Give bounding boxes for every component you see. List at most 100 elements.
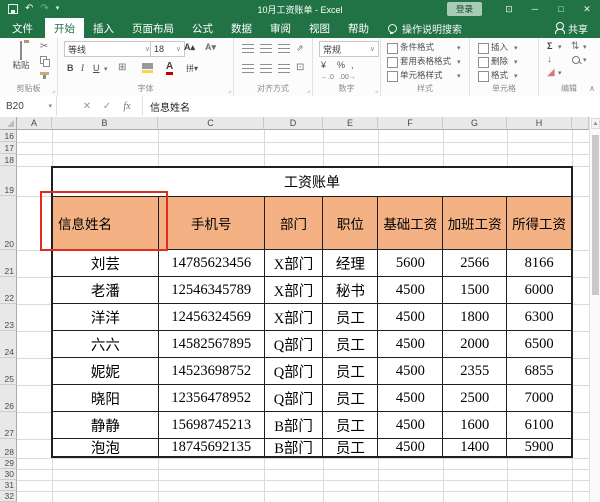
cancel-icon[interactable]: ✕ [78,96,96,116]
table-cell[interactable]: 5900 [507,439,571,456]
header-cell-5[interactable]: 加班工资 [443,197,508,249]
grow-font-icon[interactable]: A▴ [184,42,195,53]
table-cell[interactable]: 4500 [378,412,444,438]
clear-icon[interactable]: ◢ [547,68,555,78]
undo-icon[interactable]: ↶ [25,4,33,14]
format-cells-button[interactable]: 格式 [491,70,508,81]
merge-center-icon[interactable]: ⊡ [296,63,304,73]
row-header-31[interactable]: 31 [0,480,17,491]
table-cell[interactable]: 4500 [378,385,444,411]
table-cell[interactable]: 员工 [323,385,379,411]
redo-icon[interactable]: ↷ [40,4,48,14]
format-as-table-button[interactable]: 套用表格格式 [400,56,451,67]
column-header-B[interactable]: B [52,117,158,130]
tab-插入[interactable]: 插入 [84,18,123,38]
format-painter-icon[interactable] [40,72,49,79]
table-cell[interactable]: X部门 [265,304,324,330]
sort-filter-icon[interactable]: ⇅ [571,42,579,52]
row-header-18[interactable]: 18 [0,154,17,166]
table-cell[interactable]: 7000 [507,385,571,411]
table-cell[interactable]: 12546345789 [159,277,265,303]
percent-style-icon[interactable]: % [337,60,345,71]
table-cell[interactable]: 员工 [323,439,379,457]
customize-qat-icon[interactable]: ▾ [56,4,60,14]
row-header-23[interactable]: 23 [0,304,17,331]
table-cell[interactable]: 2355 [443,358,508,384]
tab-审阅[interactable]: 审阅 [261,18,300,38]
number-dialog-launcher-icon[interactable]: ⌟ [375,86,378,94]
table-cell[interactable]: 静静 [53,412,159,438]
table-cell[interactable]: 6000 [507,277,571,303]
table-cell[interactable]: 1800 [443,304,508,330]
table-cell[interactable]: 4500 [378,304,444,330]
delete-cells-button[interactable]: 删除 [491,56,508,67]
font-name-select[interactable]: 等线 ∨ [64,41,154,57]
row-header-21[interactable]: 21 [0,250,17,277]
autosum-button[interactable]: Σ [547,41,552,52]
borders-icon[interactable]: ⊞ [118,63,126,73]
row-header-20[interactable]: 20 [0,196,17,250]
header-cell-3[interactable]: 职位 [323,197,379,249]
fill-down-icon[interactable]: ↓ [547,55,552,65]
table-cell[interactable]: 1500 [443,277,508,303]
align-center-icon[interactable] [260,64,272,73]
tab-file[interactable]: 文件 [0,18,45,38]
table-cell[interactable]: 8166 [507,250,571,276]
table-cell[interactable]: B部门 [265,439,324,457]
table-cell[interactable]: 6500 [507,331,571,357]
row-header-29[interactable]: 29 [0,458,17,469]
table-cell[interactable]: 2000 [443,331,508,357]
column-header-A[interactable]: A [17,117,52,130]
tab-视图[interactable]: 视图 [300,18,339,38]
clipboard-dialog-launcher-icon[interactable]: ⌟ [52,86,55,94]
formula-input[interactable]: 信息姓名 [142,96,600,116]
tab-公式[interactable]: 公式 [183,18,222,38]
share-button[interactable]: 共享 [544,18,600,38]
table-cell[interactable]: 员工 [323,412,379,438]
tell-me-search[interactable]: 操作说明搜索 [388,18,462,38]
insert-function-icon[interactable]: fx [118,96,136,116]
table-cell[interactable]: 14523698752 [159,358,265,384]
bold-button[interactable]: B [67,63,74,74]
scrollbar-thumb[interactable] [592,135,599,295]
column-header-C[interactable]: C [158,117,264,130]
align-left-icon[interactable] [242,64,254,73]
table-cell[interactable]: 2566 [443,250,508,276]
table-cell[interactable]: X部门 [265,250,324,276]
row-header-16[interactable]: 16 [0,130,17,142]
name-box[interactable]: B20 ▾ [0,96,57,116]
accounting-format-icon[interactable]: ¥ [321,60,326,71]
login-button[interactable]: 登录 [446,2,482,16]
row-header-25[interactable]: 25 [0,358,17,385]
align-bottom-icon[interactable] [278,44,290,53]
orientation-icon[interactable]: ⇗ [296,43,304,53]
tab-帮助[interactable]: 帮助 [339,18,378,38]
table-cell[interactable]: 员工 [323,358,379,384]
phonetic-guide-icon[interactable]: 拼▾ [186,63,198,74]
tab-开始[interactable]: 开始 [45,18,84,38]
select-all-corner[interactable] [0,117,17,130]
decrease-decimal-icon[interactable]: .00→ [339,72,356,83]
table-cell[interactable]: 14785623456 [159,250,265,276]
table-cell[interactable]: 14582567895 [159,331,265,357]
table-cell[interactable]: 员工 [323,331,379,357]
header-cell-4[interactable]: 基础工资 [378,197,444,249]
cell-styles-button[interactable]: 单元格样式 [400,70,443,81]
conditional-formatting-button[interactable]: 条件格式 [400,42,434,53]
table-cell[interactable]: 4500 [378,331,444,357]
table-cell[interactable]: 4500 [378,277,444,303]
table-cell[interactable]: 刘芸 [53,250,159,276]
table-cell[interactable]: 晓阳 [53,385,159,411]
table-cell[interactable]: 6300 [507,304,571,330]
number-format-select[interactable]: 常规 ∨ [319,41,379,57]
cut-icon[interactable]: ✂ [40,42,48,52]
table-cell[interactable]: 18745692135 [159,439,265,456]
font-size-select[interactable]: 18 ∨ [150,41,185,57]
chevron-down-icon[interactable]: ▾ [104,65,108,75]
table-title-cell[interactable]: 工资账单 [53,168,571,197]
maximize-icon[interactable]: □ [548,0,574,18]
header-cell-0[interactable]: 信息姓名 [53,197,159,249]
tab-数据[interactable]: 数据 [222,18,261,38]
copy-icon[interactable] [40,56,50,67]
align-right-icon[interactable] [278,64,290,73]
